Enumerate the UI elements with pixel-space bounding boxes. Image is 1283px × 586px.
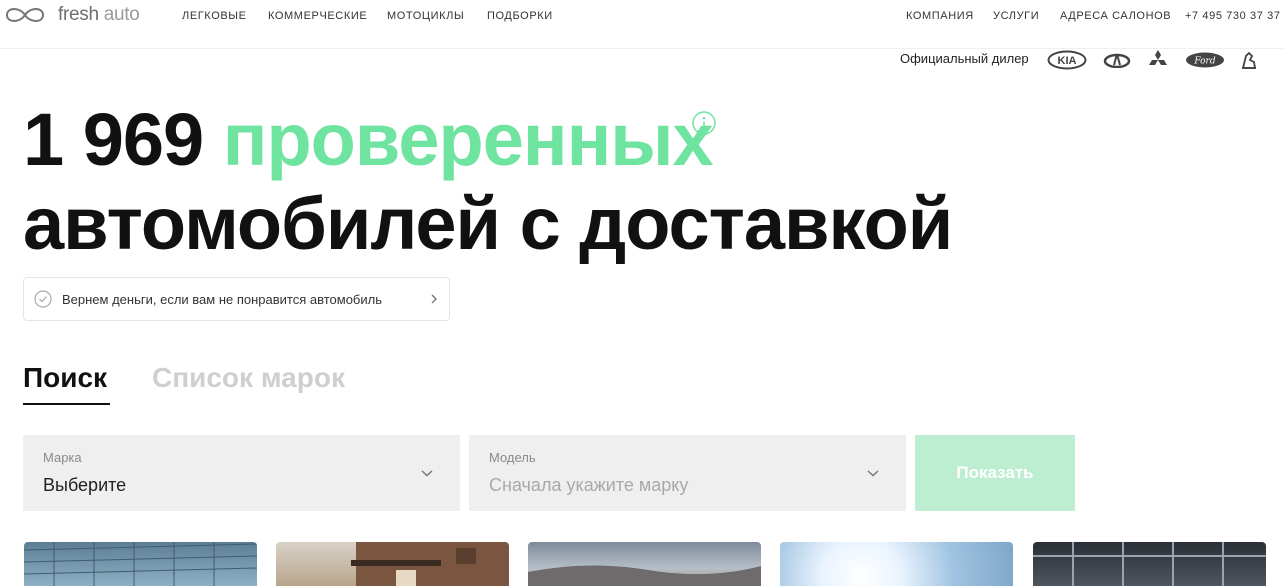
- money-back-banner[interactable]: Вернем деньги, если вам не понравится ав…: [23, 277, 450, 321]
- show-button[interactable]: Показать: [915, 435, 1075, 511]
- svg-text:KIA: KIA: [1058, 55, 1077, 67]
- nav-phone[interactable]: +7 495 730 37 37: [1185, 10, 1281, 22]
- brand-select-value: Выберите: [43, 475, 127, 495]
- brand-select-label: Марка: [43, 450, 82, 465]
- logo-text: fresh auto: [58, 4, 140, 25]
- infinity-logo-icon: [5, 8, 45, 22]
- car-count: 1 969: [23, 98, 204, 181]
- official-dealer-label: Официальный дилер: [900, 51, 1029, 66]
- active-tab-underline: [23, 403, 110, 405]
- collection-card[interactable]: [780, 542, 1013, 586]
- infiniti-logo-icon[interactable]: [1102, 49, 1132, 71]
- card-image: [780, 542, 1013, 586]
- check-circle-icon: [34, 290, 52, 308]
- nav-company[interactable]: КОМПАНИЯ: [906, 10, 974, 22]
- collection-card[interactable]: [528, 542, 761, 586]
- info-icon[interactable]: [692, 111, 716, 135]
- nav-commercial[interactable]: КОММЕРЧЕСКИЕ: [268, 10, 367, 22]
- ford-logo-icon[interactable]: Ford: [1184, 49, 1226, 71]
- brand-select[interactable]: Марка Выберите: [23, 435, 460, 511]
- collection-card[interactable]: [276, 542, 509, 586]
- headline-line-2: автомобилей с доставкой: [23, 182, 953, 265]
- collection-card[interactable]: [24, 542, 257, 586]
- headline-line-1: 1 969 проверенных: [23, 96, 714, 184]
- model-select[interactable]: Модель Сначала укажите марку: [469, 435, 906, 511]
- nav-motorcycles[interactable]: МОТОЦИКЛЫ: [387, 10, 464, 22]
- gaz-logo-icon[interactable]: [1238, 49, 1260, 71]
- model-select-label: Модель: [489, 450, 536, 465]
- logo[interactable]: fresh auto: [2, 4, 140, 26]
- nav-collections[interactable]: ПОДБОРКИ: [487, 10, 553, 22]
- header: fresh auto ЛЕГКОВЫЕ КОММЕРЧЕСКИЕ МОТОЦИК…: [0, 0, 1283, 49]
- collection-card[interactable]: [1033, 542, 1266, 586]
- nav-passenger[interactable]: ЛЕГКОВЫЕ: [182, 10, 247, 22]
- card-image: [1033, 542, 1266, 586]
- model-select-value: Сначала укажите марку: [489, 475, 689, 495]
- chevron-right-icon: [431, 294, 437, 304]
- mitsubishi-logo-icon[interactable]: [1146, 49, 1170, 71]
- tab-brand-list[interactable]: Список марок: [152, 362, 345, 394]
- money-back-text: Вернем деньги, если вам не понравится ав…: [62, 291, 382, 307]
- chevron-down-icon: [421, 470, 433, 477]
- tab-search[interactable]: Поиск: [23, 362, 107, 394]
- nav-services[interactable]: УСЛУГИ: [993, 10, 1039, 22]
- card-image: [351, 542, 509, 586]
- headline-highlight: проверенных: [222, 98, 714, 181]
- card-image: [528, 565, 761, 586]
- chevron-down-icon: [867, 470, 879, 477]
- svg-text:Ford: Ford: [1193, 57, 1215, 67]
- card-image: [24, 542, 257, 586]
- nav-addresses[interactable]: АДРЕСА САЛОНОВ: [1060, 10, 1171, 22]
- kia-logo-icon[interactable]: KIA: [1046, 49, 1088, 71]
